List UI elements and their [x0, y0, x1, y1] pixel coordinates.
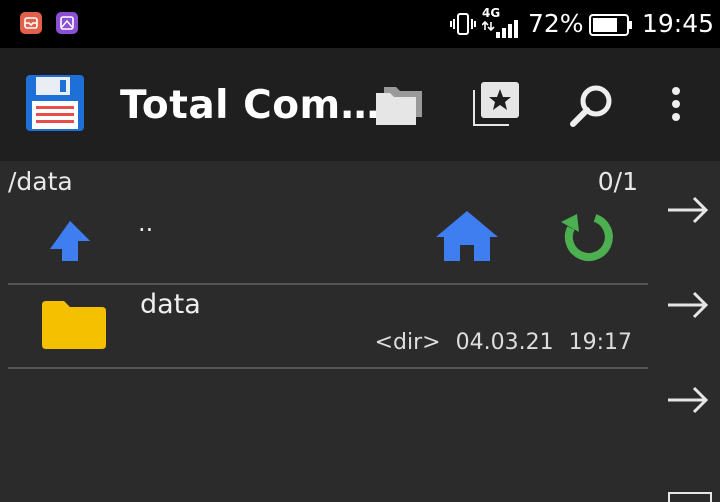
- folder-icon: [42, 301, 106, 349]
- file-type: <dir>: [374, 330, 441, 355]
- parent-dir-row[interactable]: ..: [0, 201, 420, 281]
- signal-icon: [482, 20, 518, 38]
- bookmarks-icon[interactable]: [473, 82, 519, 126]
- file-time: 19:17: [568, 330, 632, 355]
- network-type: 4G: [482, 6, 501, 20]
- battery-icon: [589, 14, 632, 36]
- app-title: Total Com…: [120, 83, 381, 128]
- current-path: /data: [8, 167, 73, 196]
- up-arrow-icon: [50, 221, 90, 261]
- move-arrow-icon[interactable]: [666, 290, 710, 320]
- parent-dir-label: ..: [138, 209, 154, 237]
- row-divider: [8, 367, 648, 369]
- mail-icon: [20, 12, 42, 34]
- file-meta: <dir> 04.03.21 19:17: [367, 329, 632, 357]
- app-toolbar: Total Com…: [0, 48, 720, 161]
- battery-percent: 72%: [528, 9, 584, 38]
- home-icon[interactable]: [434, 209, 500, 263]
- overflow-menu-icon[interactable]: [670, 86, 682, 122]
- status-bar: 4G 72% 19:45: [0, 0, 720, 48]
- gallery-icon: [56, 12, 78, 34]
- file-name: data: [140, 289, 201, 320]
- file-panel: /data 0/1 .. data <dir> 04.03.21 19:17: [0, 161, 660, 500]
- folders-icon[interactable]: [374, 83, 426, 127]
- side-button-partial[interactable]: [668, 492, 712, 502]
- search-icon[interactable]: [569, 83, 615, 129]
- selection-count: 0/1: [597, 167, 638, 196]
- vibrate-icon: [450, 13, 476, 35]
- refresh-icon[interactable]: [559, 208, 615, 264]
- file-date: 04.03.21: [455, 330, 554, 355]
- transfer-arrow-icon[interactable]: [666, 385, 710, 415]
- floppy-disk-icon[interactable]: [26, 75, 84, 131]
- clock: 19:45: [642, 9, 715, 38]
- copy-arrow-icon[interactable]: [666, 195, 710, 225]
